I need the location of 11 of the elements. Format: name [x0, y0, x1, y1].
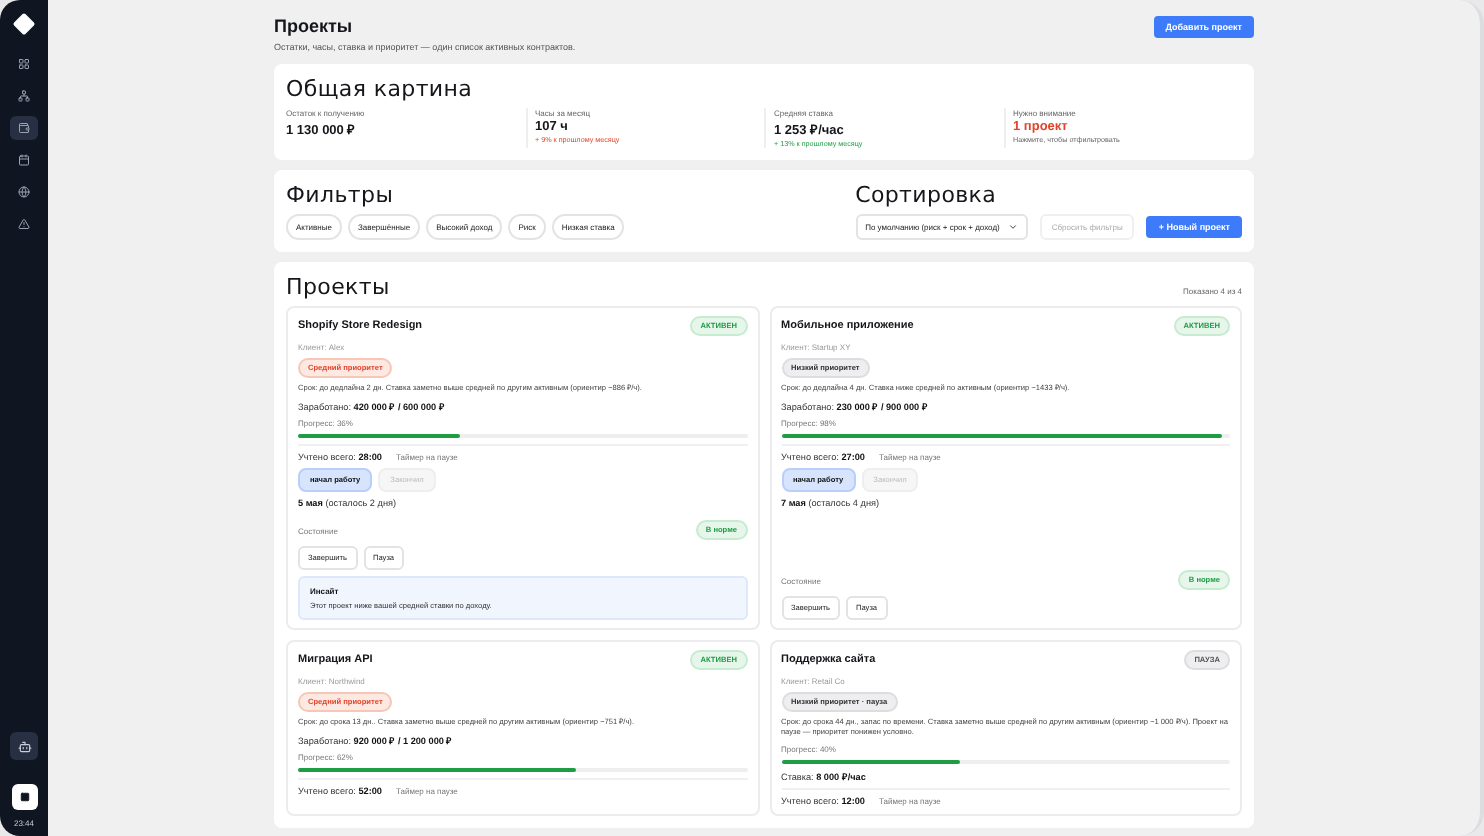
wallet-icon[interactable] [10, 116, 38, 140]
section-title: Общая картина [286, 76, 475, 102]
section-title: Фильтры [286, 182, 396, 208]
section-title: Сортировка [855, 182, 999, 208]
caret-icon [1007, 222, 1018, 232]
square-icon [19, 792, 29, 802]
logo-icon [12, 12, 36, 36]
section-title: Проекты [286, 274, 390, 300]
page-title: Проекты [274, 16, 355, 36]
robot-icon[interactable] [10, 732, 38, 760]
app-button[interactable] [11, 784, 37, 810]
